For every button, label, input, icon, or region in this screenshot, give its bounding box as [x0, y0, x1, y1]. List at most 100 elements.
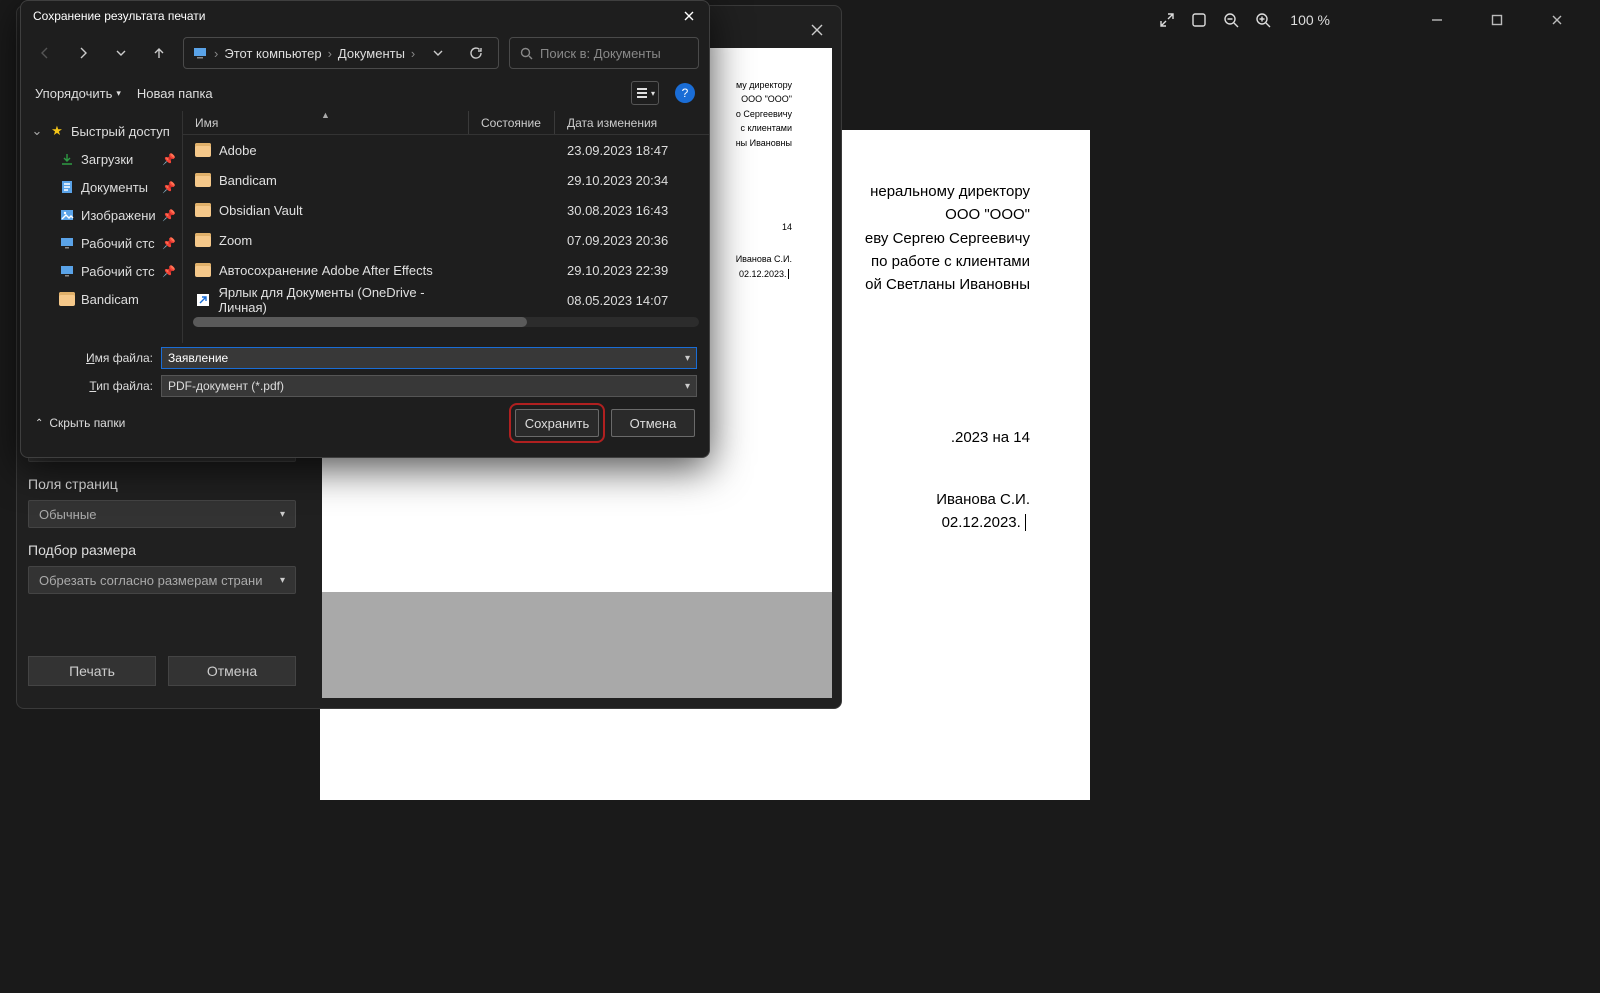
pin-icon: 📌	[162, 153, 176, 166]
nav-back-button[interactable]	[31, 39, 59, 67]
file-date: 08.05.2023 14:07	[555, 293, 709, 308]
file-row[interactable]: Ярлык для Документы (OneDrive - Личная)0…	[183, 285, 709, 315]
tree-label: Документы	[81, 180, 148, 195]
pc-icon	[192, 45, 208, 61]
file-row[interactable]: Adobe 23.09.2023 18:47	[183, 135, 709, 165]
tree-label: Bandicam	[81, 292, 139, 307]
tree-item-quick-access[interactable]: ⌄ ★ Быстрый доступ	[21, 117, 182, 145]
file-row[interactable]: Zoom07.09.2023 20:36	[183, 225, 709, 255]
dialog-toolbar: Упорядочить ▾ Новая папка ▾ ?	[21, 75, 709, 111]
file-row[interactable]: Bandicam 29.10.2023 20:34	[183, 165, 709, 195]
file-list: ▲Имя Состояние Дата изменения Adobe 23.09…	[183, 111, 709, 343]
star-icon: ★	[49, 123, 65, 139]
folder-icon	[195, 233, 211, 247]
new-folder-button[interactable]: Новая папка	[137, 86, 213, 101]
hide-folders-toggle[interactable]: ⌃ Скрыть папки	[35, 416, 125, 430]
tree-item-documents[interactable]: Документы 📌	[21, 173, 182, 201]
save-button[interactable]: Сохранить	[515, 409, 599, 437]
file-name: Zoom	[219, 233, 252, 248]
tree-item-bandicam[interactable]: Bandicam	[21, 285, 182, 313]
search-icon	[518, 45, 534, 61]
file-name: Автосохранение Adobe After Effects	[219, 263, 433, 278]
scrollbar-thumb[interactable]	[193, 317, 527, 327]
search-input[interactable]: Поиск в: Документы	[509, 37, 699, 69]
sort-asc-icon: ▲	[321, 110, 330, 120]
chevron-down-icon: ⌄	[31, 123, 43, 139]
pin-icon: 📌	[162, 181, 176, 194]
tree-label: Рабочий стс	[81, 236, 155, 251]
nav-recent-button[interactable]	[107, 39, 135, 67]
tree-label: Рабочий стс	[81, 264, 155, 279]
filename-label: Имя файла:	[33, 351, 153, 365]
folder-icon	[195, 203, 211, 217]
column-header-date[interactable]: Дата изменения	[555, 111, 709, 134]
horizontal-scrollbar[interactable]	[193, 317, 699, 327]
file-name: Bandicam	[219, 173, 277, 188]
print-cancel-button[interactable]: Отмена	[168, 656, 296, 686]
window-close-button[interactable]	[1534, 4, 1580, 36]
help-button[interactable]: ?	[675, 83, 695, 103]
panel-close-button[interactable]	[803, 16, 831, 44]
image-icon	[59, 207, 75, 223]
window-maximize-button[interactable]	[1474, 4, 1520, 36]
tree-item-desktop-2[interactable]: Рабочий стс 📌	[21, 257, 182, 285]
column-header-state[interactable]: Состояние	[469, 111, 555, 134]
file-date: 30.08.2023 16:43	[555, 203, 709, 218]
dialog-close-button[interactable]	[675, 2, 703, 30]
scale-value: Обрезать согласно размерам страни	[39, 573, 262, 588]
tree-item-desktop[interactable]: Рабочий стс 📌	[21, 229, 182, 257]
cancel-button[interactable]: Отмена	[611, 409, 695, 437]
chevron-down-icon: ▾	[116, 88, 121, 99]
tree-item-pictures[interactable]: Изображени 📌	[21, 201, 182, 229]
chevron-down-icon: ▾	[685, 353, 690, 364]
tree-label: Изображени	[81, 208, 156, 223]
column-state-label: Состояние	[481, 116, 541, 130]
zoom-out-icon[interactable]	[1222, 11, 1240, 29]
breadcrumb[interactable]: › Этот компьютер › Документы ›	[183, 37, 499, 69]
column-header-name[interactable]: ▲Имя	[183, 111, 469, 134]
window-minimize-button[interactable]	[1414, 4, 1460, 36]
zoom-level: 100 %	[1290, 12, 1330, 28]
breadcrumb-item-docs[interactable]: Документы	[338, 46, 405, 61]
filetype-value: PDF-документ (*.pdf)	[168, 379, 284, 393]
dialog-titlebar: Сохранение результата печати	[21, 1, 709, 31]
tree-item-downloads[interactable]: Загрузки 📌	[21, 145, 182, 173]
chevron-down-icon: ▾	[651, 89, 655, 98]
breadcrumb-item-pc[interactable]: Этот компьютер	[224, 46, 321, 61]
folder-icon	[195, 173, 211, 187]
fit-icon[interactable]	[1190, 11, 1208, 29]
chevron-down-icon: ▾	[280, 575, 285, 586]
view-mode-button[interactable]: ▾	[631, 81, 659, 105]
breadcrumb-dropdown-button[interactable]	[424, 39, 452, 67]
filetype-label: Тип файла:	[33, 379, 153, 393]
zoom-in-icon[interactable]	[1254, 11, 1272, 29]
chevron-right-icon: ›	[328, 46, 332, 61]
file-row[interactable]: Автосохранение Adobe After Effects29.10.…	[183, 255, 709, 285]
nav-up-button[interactable]	[145, 39, 173, 67]
dialog-title: Сохранение результата печати	[33, 9, 205, 23]
file-name: Adobe	[219, 143, 257, 158]
filename-input[interactable]: Заявление ▾	[161, 347, 697, 369]
folder-icon	[195, 143, 211, 157]
file-date: 23.09.2023 18:47	[555, 143, 709, 158]
pin-icon: 📌	[162, 209, 176, 222]
print-button[interactable]: Печать	[28, 656, 156, 686]
margins-select[interactable]: Обычные ▾	[28, 500, 296, 528]
hide-folders-label: Скрыть папки	[49, 416, 125, 430]
save-file-dialog: Сохранение результата печати › Этот комп…	[20, 0, 710, 458]
refresh-button[interactable]	[462, 39, 490, 67]
file-row[interactable]: Obsidian Vault 30.08.2023 16:43	[183, 195, 709, 225]
organize-button[interactable]: Упорядочить ▾	[35, 86, 121, 101]
chevron-right-icon: ›	[214, 46, 218, 61]
scale-label: Подбор размера	[28, 542, 318, 558]
filetype-select[interactable]: PDF-документ (*.pdf) ▾	[161, 375, 697, 397]
doc-signature-date: 02.12.2023.	[942, 514, 1021, 531]
cancel-button-label: Отмена	[630, 416, 677, 431]
tree-label: Загрузки	[81, 152, 133, 167]
file-date: 29.10.2023 20:34	[555, 173, 709, 188]
nav-forward-button[interactable]	[69, 39, 97, 67]
scale-select[interactable]: Обрезать согласно размерам страни ▾	[28, 566, 296, 594]
file-name: Obsidian Vault	[219, 203, 303, 218]
desktop-icon	[59, 235, 75, 251]
expand-icon[interactable]	[1158, 11, 1176, 29]
